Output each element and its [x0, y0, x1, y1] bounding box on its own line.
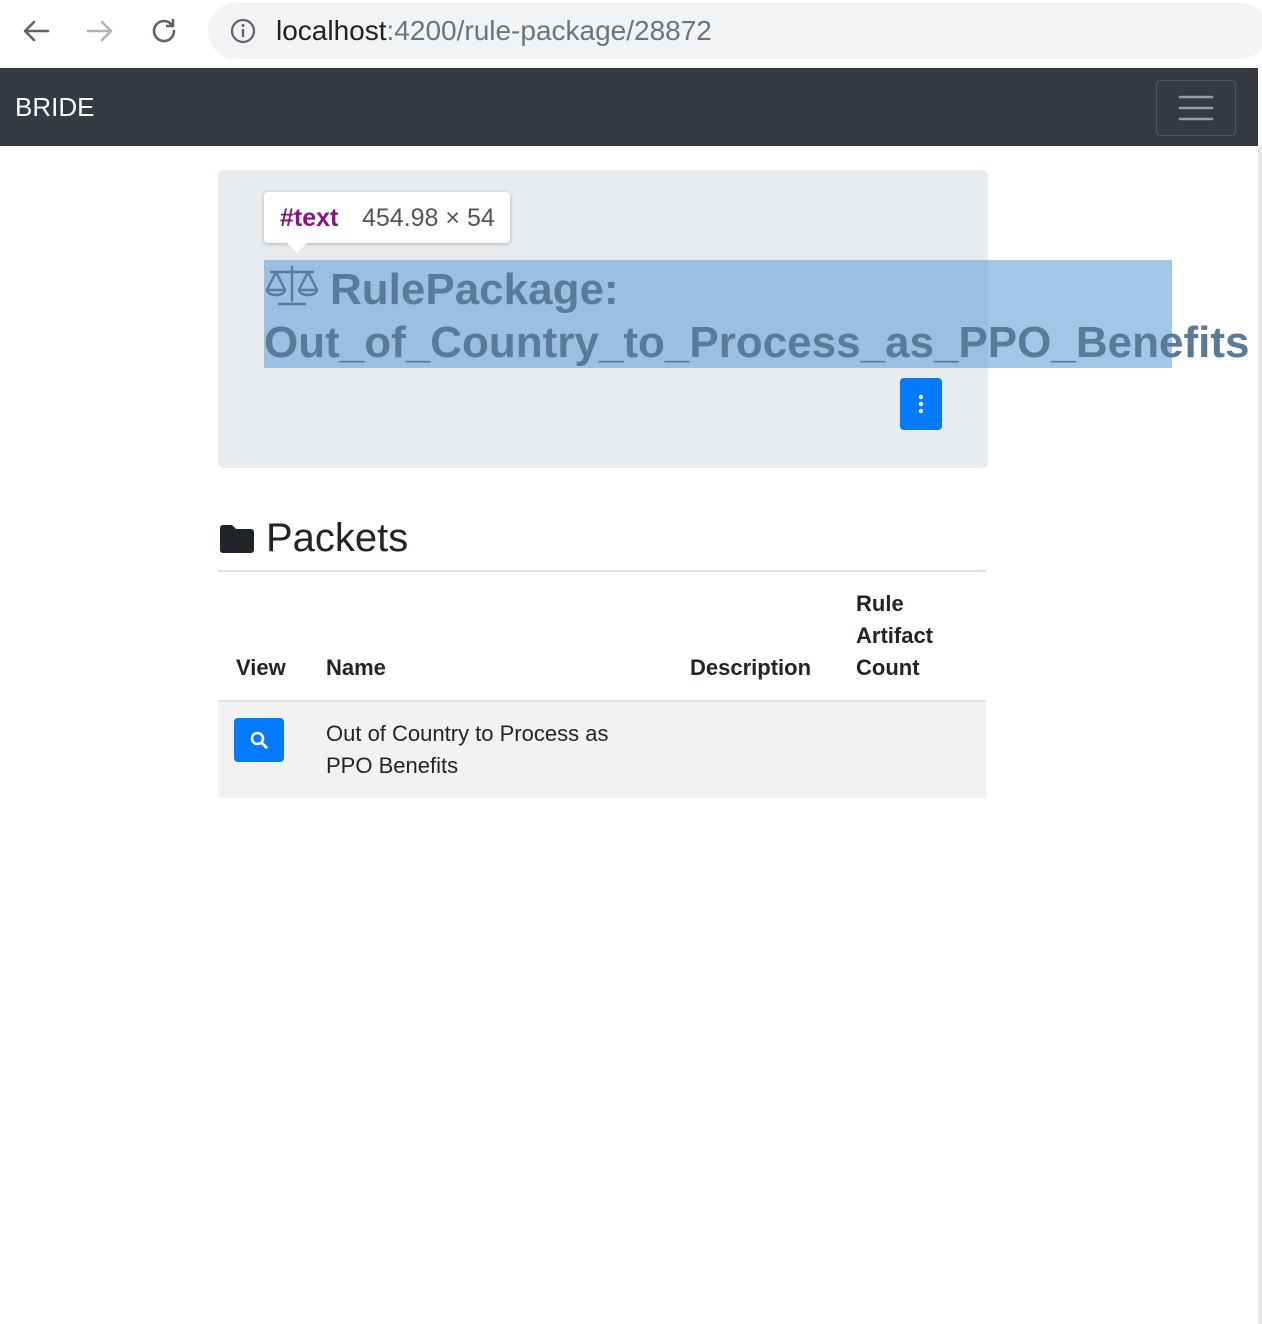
- url-path: :4200/rule-package/28872: [386, 15, 712, 46]
- page-title: RulePackage: Out_of_Country_to_Process_a…: [264, 262, 1250, 369]
- table-header: View Name Description Rule Artifact Coun…: [218, 572, 986, 702]
- packets-title: Packets: [266, 516, 409, 560]
- reload-icon[interactable]: [144, 11, 184, 51]
- title-line-2: Out_of_Country_to_Process_as_PPO_Benefit…: [264, 318, 1250, 367]
- tooltip-tag: #text: [280, 204, 339, 232]
- url-host: localhost: [276, 15, 387, 46]
- hamburger-icon: [1178, 95, 1214, 121]
- navbar-toggler-button[interactable]: [1156, 80, 1236, 136]
- vertical-ellipsis-icon: [918, 394, 924, 414]
- column-view: View: [236, 655, 286, 680]
- column-rule-artifact-count: Rule Artifact Count: [856, 591, 934, 680]
- brand-link[interactable]: BRIDE: [15, 91, 94, 123]
- actions-menu-button[interactable]: [900, 378, 942, 430]
- balance-scale-icon: [265, 266, 319, 306]
- table-row: Out of Country to Process as PPO Benefit…: [218, 702, 986, 798]
- tooltip-size: 454.98 × 54: [362, 204, 495, 232]
- forward-arrow-icon[interactable]: [80, 11, 120, 51]
- folder-icon: [220, 525, 254, 553]
- browser-toolbar: localhost:4200/rule-package/28872: [0, 0, 1262, 68]
- search-icon: [250, 731, 268, 749]
- back-arrow-icon[interactable]: [16, 11, 56, 51]
- page-scrollbar[interactable]: [1258, 146, 1262, 1324]
- column-description: Description: [690, 655, 812, 680]
- devtools-inspect-tooltip: #text 454.98 × 54: [264, 192, 510, 253]
- title-line-1: RulePackage:: [330, 265, 619, 314]
- packet-name: Out of Country to Process as PPO Benefit…: [326, 721, 609, 778]
- column-name: Name: [326, 655, 386, 680]
- view-packet-button[interactable]: [234, 718, 284, 762]
- packets-heading: Packets: [218, 512, 408, 564]
- url-text[interactable]: localhost:4200/rule-package/28872: [276, 15, 712, 47]
- info-icon[interactable]: [230, 18, 256, 44]
- address-bar[interactable]: localhost:4200/rule-package/28872: [208, 3, 1262, 59]
- packets-table: View Name Description Rule Artifact Coun…: [218, 572, 986, 798]
- app-navbar: BRIDE: [0, 68, 1258, 146]
